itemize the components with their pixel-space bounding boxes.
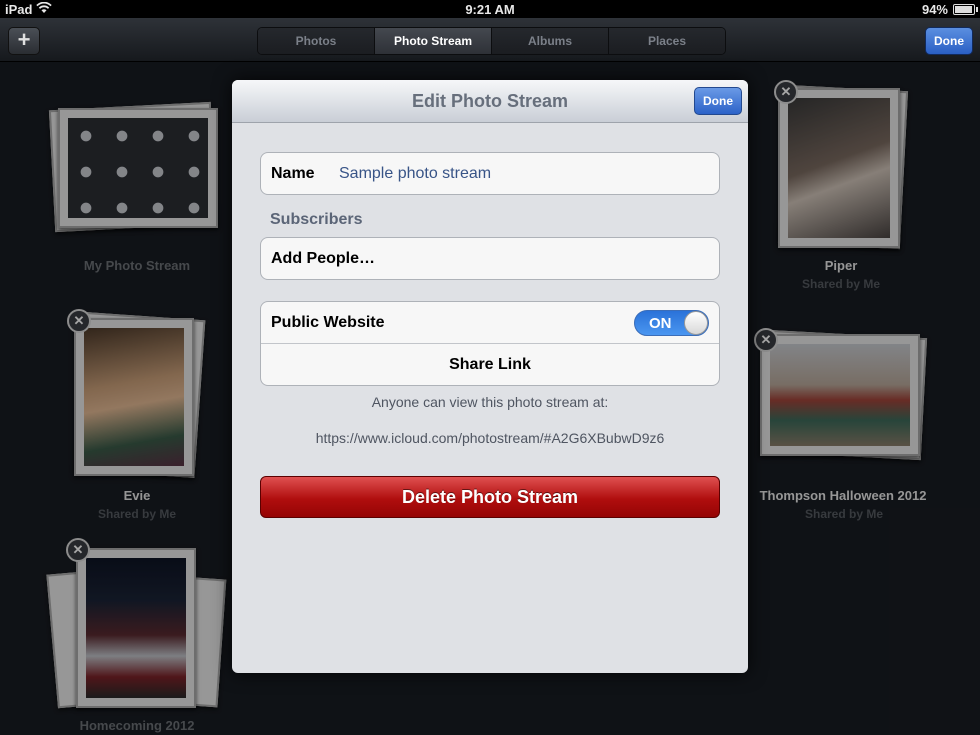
dialog-title: Edit Photo Stream [411,91,568,111]
tab-photo-stream[interactable]: Photo Stream [375,28,492,54]
public-website-row: Public Website ON [261,302,719,343]
battery-percent: 94% [921,2,948,17]
tab-albums[interactable]: Albums [492,28,609,54]
segmented-control: Photos Photo Stream Albums Places [257,27,726,55]
status-bar: iPad 9:21 AM 94% [0,0,980,18]
name-field[interactable]: Sample photo stream [339,165,491,183]
toggle-knob [684,311,708,335]
delete-photo-stream-button[interactable]: Delete Photo Stream [260,476,720,518]
edit-photo-stream-dialog: Edit Photo Stream Done Name Sample photo… [232,80,748,673]
battery-icon [953,4,978,15]
name-row[interactable]: Name Sample photo stream [261,153,719,194]
subscribers-heading: Subscribers [270,211,363,228]
tab-photos[interactable]: Photos [258,28,375,54]
public-url[interactable]: https://www.icloud.com/photostream/#A2G6… [232,430,748,446]
name-label: Name [271,165,315,182]
share-link-label: Share Link [449,356,531,373]
done-button[interactable]: Done [925,27,973,55]
subscribers-group: Add People… [260,237,720,280]
clock: 9:21 AM [465,2,515,17]
add-stream-button[interactable]: + [8,27,40,55]
dialog-done-button[interactable]: Done [694,87,742,115]
share-link-row[interactable]: Share Link [261,343,719,385]
add-people-label: Add People… [271,250,376,267]
public-website-group: Public Website ON Share Link [260,301,720,386]
public-website-toggle[interactable]: ON [634,310,709,336]
dialog-header: Edit Photo Stream Done [232,80,748,123]
tab-places[interactable]: Places [609,28,725,54]
public-website-label: Public Website [271,314,385,331]
name-group: Name Sample photo stream [260,152,720,195]
toggle-state-label: ON [649,315,672,332]
toolbar: + Photos Photo Stream Albums Places Done [0,18,980,62]
public-note: Anyone can view this photo stream at: [371,394,609,410]
add-people-row[interactable]: Add People… [261,238,719,279]
